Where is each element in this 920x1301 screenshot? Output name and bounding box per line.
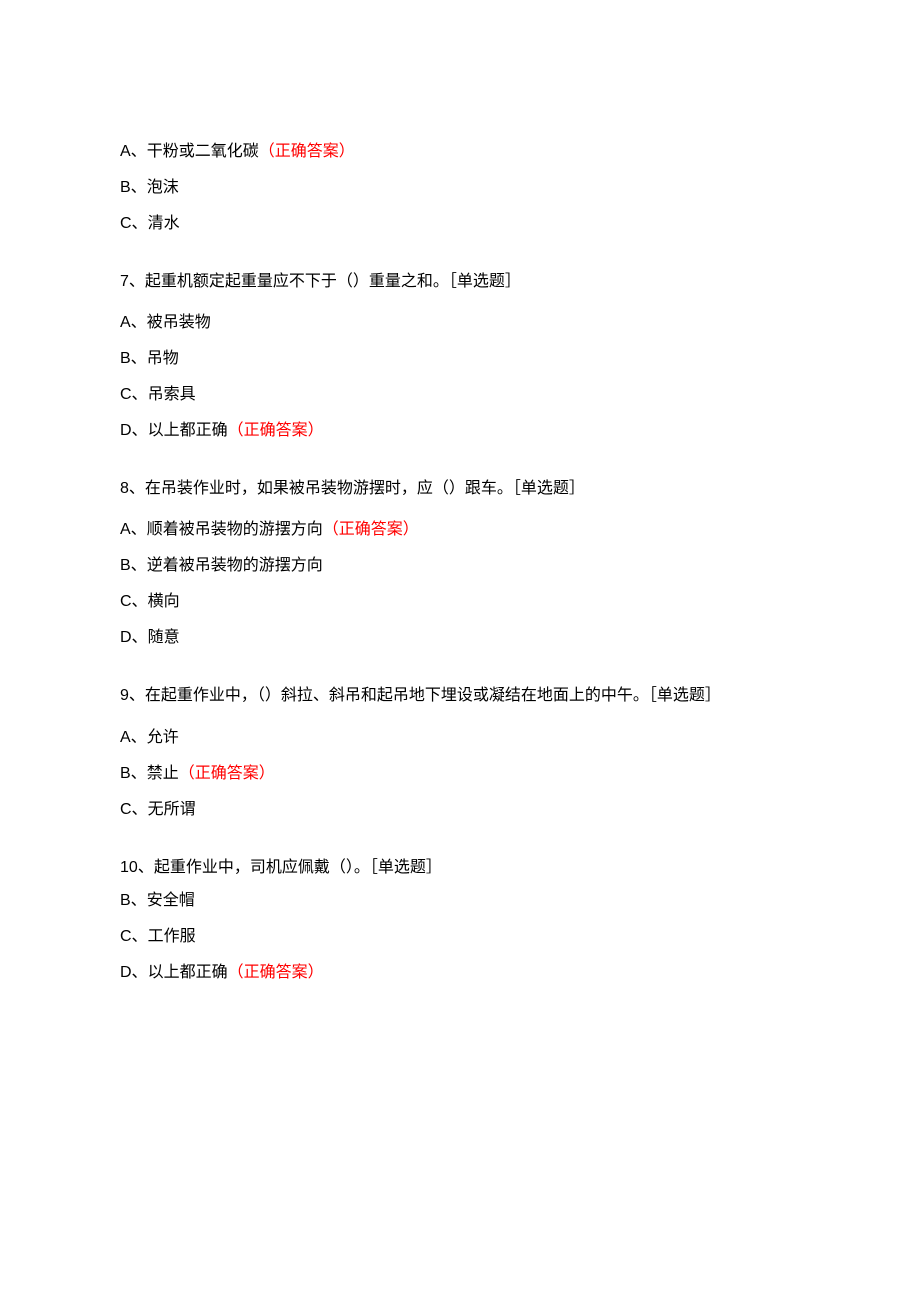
question-number: 10、: [120, 859, 154, 876]
option-text: 工作服: [148, 928, 196, 945]
option-10c: C、工作服: [120, 925, 800, 949]
question-type: ［单选题］: [513, 480, 585, 497]
option-10d: D、以上都正确（正确答案）: [120, 961, 800, 985]
question-body: 在起重作业中，（）斜拉、斜吊和起吊地下埋设或凝结在地面上的中午。［单选题］: [145, 687, 721, 704]
question-body: 起重机额定起重量应不下于（）重量之和。: [145, 273, 449, 290]
question-number: 8、: [120, 480, 145, 497]
correct-answer-label: （正确答案）: [179, 765, 275, 782]
option-letter: A、: [120, 143, 147, 160]
question-10: 10、起重作业中，司机应佩戴（）。［单选题］ B、安全帽 C、工作服 D、以上都…: [120, 850, 800, 985]
option-letter: D、: [120, 629, 148, 646]
option-9a: A、允许: [120, 726, 800, 750]
option-letter: C、: [120, 386, 148, 403]
option-7b: B、吊物: [120, 347, 800, 371]
option-text: 以上都正确: [148, 422, 228, 439]
option-10b: B、安全帽: [120, 889, 800, 913]
question-text: 9、在起重作业中，（）斜拉、斜吊和起吊地下埋设或凝结在地面上的中午。［单选题］: [120, 678, 800, 713]
option-6c: C、清水: [120, 212, 800, 236]
option-9c: C、无所谓: [120, 798, 800, 822]
option-text: 吊物: [147, 350, 179, 367]
option-7a: A、被吊装物: [120, 311, 800, 335]
option-letter: C、: [120, 801, 148, 818]
option-letter: C、: [120, 215, 148, 232]
option-letter: A、: [120, 521, 147, 538]
option-letter: B、: [120, 765, 147, 782]
question-text: 10、起重作业中，司机应佩戴（）。［单选题］: [120, 850, 800, 885]
correct-answer-label: （正确答案）: [228, 964, 324, 981]
correct-answer-label: （正确答案）: [323, 521, 419, 538]
option-7d: D、以上都正确（正确答案）: [120, 419, 800, 443]
option-letter: B、: [120, 350, 147, 367]
option-8d: D、随意: [120, 626, 800, 650]
option-text: 吊索具: [148, 386, 196, 403]
option-8a: A、顺着被吊装物的游摆方向（正确答案）: [120, 518, 800, 542]
question-body: 在吊装作业时，如果被吊装物游摆时，应（）跟车。: [145, 480, 513, 497]
option-text: 顺着被吊装物的游摆方向: [147, 521, 323, 538]
option-8b: B、逆着被吊装物的游摆方向: [120, 554, 800, 578]
option-text: 被吊装物: [147, 314, 211, 331]
question-8: 8、在吊装作业时，如果被吊装物游摆时，应（）跟车。［单选题］ A、顺着被吊装物的…: [120, 471, 800, 650]
question-6-options: A、干粉或二氧化碳（正确答案） B、泡沫 C、清水: [120, 140, 800, 236]
option-text: 以上都正确: [148, 964, 228, 981]
option-letter: C、: [120, 928, 148, 945]
question-9: 9、在起重作业中，（）斜拉、斜吊和起吊地下埋设或凝结在地面上的中午。［单选题］ …: [120, 678, 800, 821]
option-text: 禁止: [147, 765, 179, 782]
question-text: 8、在吊装作业时，如果被吊装物游摆时，应（）跟车。［单选题］: [120, 471, 800, 506]
option-letter: B、: [120, 179, 147, 196]
option-text: 无所谓: [148, 801, 196, 818]
question-body: 起重作业中，司机应佩戴（）。: [154, 859, 370, 876]
option-text: 干粉或二氧化碳: [147, 143, 259, 160]
option-text: 允许: [147, 729, 179, 746]
question-number: 7、: [120, 273, 145, 290]
question-text: 7、起重机额定起重量应不下于（）重量之和。［单选题］: [120, 264, 800, 299]
option-text: 随意: [148, 629, 180, 646]
option-text: 泡沫: [147, 179, 179, 196]
option-text: 横向: [148, 593, 180, 610]
option-text: 逆着被吊装物的游摆方向: [147, 557, 323, 574]
option-6a: A、干粉或二氧化碳（正确答案）: [120, 140, 800, 164]
option-letter: A、: [120, 314, 147, 331]
option-text: 清水: [148, 215, 180, 232]
option-letter: D、: [120, 422, 148, 439]
correct-answer-label: （正确答案）: [259, 143, 355, 160]
option-letter: A、: [120, 729, 147, 746]
option-letter: B、: [120, 892, 147, 909]
option-text: 安全帽: [147, 892, 195, 909]
correct-answer-label: （正确答案）: [228, 422, 324, 439]
option-letter: B、: [120, 557, 147, 574]
option-7c: C、吊索具: [120, 383, 800, 407]
question-type: ［单选题］: [370, 859, 442, 876]
option-9b: B、禁止（正确答案）: [120, 762, 800, 786]
option-letter: D、: [120, 964, 148, 981]
question-number: 9、: [120, 687, 145, 704]
option-8c: C、横向: [120, 590, 800, 614]
option-letter: C、: [120, 593, 148, 610]
question-type: ［单选题］: [449, 273, 521, 290]
question-7: 7、起重机额定起重量应不下于（）重量之和。［单选题］ A、被吊装物 B、吊物 C…: [120, 264, 800, 443]
option-6b: B、泡沫: [120, 176, 800, 200]
